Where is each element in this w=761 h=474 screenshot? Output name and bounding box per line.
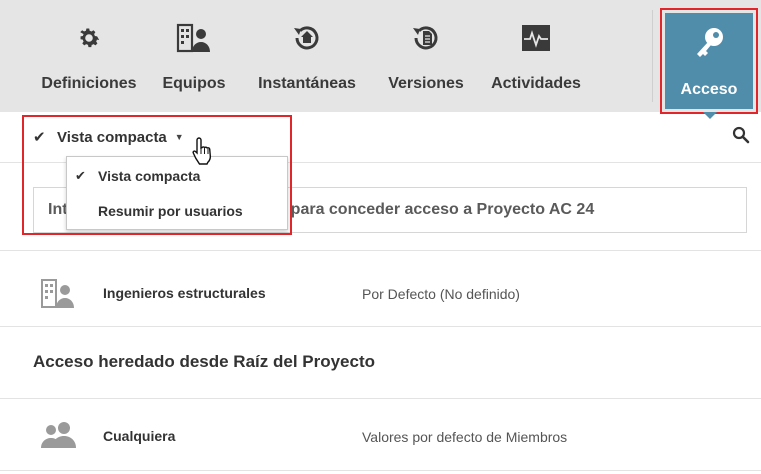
toolbar-divider xyxy=(652,10,653,102)
divider xyxy=(0,250,761,251)
toolbar-actividades[interactable]: Actividades xyxy=(482,0,590,112)
checkmark-icon: ✔ xyxy=(75,168,86,183)
team-icon xyxy=(174,20,214,56)
activity-icon xyxy=(516,20,556,56)
acceso-highlight: Acceso xyxy=(660,8,758,114)
toolbar-acceso[interactable]: Acceso xyxy=(665,13,753,109)
menu-item-resumir-por-usuarios[interactable]: Resumir por usuarios xyxy=(67,198,287,224)
member-role: Valores por defecto de Miembros xyxy=(362,429,568,445)
member-name: Ingenieros estructurales xyxy=(103,285,266,301)
versions-icon xyxy=(406,20,446,56)
toolbar-definiciones[interactable]: Definiciones xyxy=(30,0,148,112)
toolbar-instantaneas[interactable]: Instantáneas xyxy=(246,0,368,112)
toolbar-label: Equipos xyxy=(162,75,226,92)
toolbar-equipos[interactable]: Equipos xyxy=(155,0,233,112)
toolbar-label: Definiciones xyxy=(41,75,137,92)
menu-item-vista-compacta[interactable]: ✔ Vista compacta xyxy=(67,163,287,189)
main-toolbar: Definiciones Equipos Instantáneas Versio… xyxy=(0,0,761,112)
key-icon xyxy=(692,25,728,61)
snapshot-icon xyxy=(287,20,327,56)
search-icon[interactable] xyxy=(732,126,750,144)
toolbar-label: Actividades xyxy=(491,75,581,92)
toolbar-versiones[interactable]: Versiones xyxy=(380,0,472,112)
member-name: Cualquiera xyxy=(103,428,176,444)
divider xyxy=(0,470,761,471)
menu-item-label: Vista compacta xyxy=(98,168,201,184)
active-tab-indicator xyxy=(703,112,717,119)
table-row[interactable]: Cualquiera Valores por defecto de Miembr… xyxy=(0,400,761,472)
divider xyxy=(0,398,761,399)
view-selector-label: Vista compacta xyxy=(57,128,167,146)
team-icon xyxy=(40,277,76,309)
checkmark-icon: ✔ xyxy=(33,129,46,146)
gear-icon xyxy=(69,20,109,56)
divider xyxy=(0,326,761,327)
view-dropdown-menu: ✔ Vista compacta Resumir por usuarios xyxy=(66,156,288,230)
caret-down-icon: ▼ xyxy=(174,132,184,142)
toolbar-label: Versiones xyxy=(388,75,464,92)
toolbar-label: Acceso xyxy=(680,81,738,98)
member-role: Por Defecto (No definido) xyxy=(362,286,520,302)
table-row[interactable]: Ingenieros estructurales Por Defecto (No… xyxy=(0,257,761,329)
section-title: Acceso heredado desde Raíz del Proyecto xyxy=(33,352,376,371)
view-selector[interactable]: ✔ Vista compacta ▼ xyxy=(33,126,184,148)
group-icon xyxy=(40,420,76,452)
menu-item-label: Resumir por usuarios xyxy=(98,203,243,219)
toolbar-label: Instantáneas xyxy=(258,75,356,92)
